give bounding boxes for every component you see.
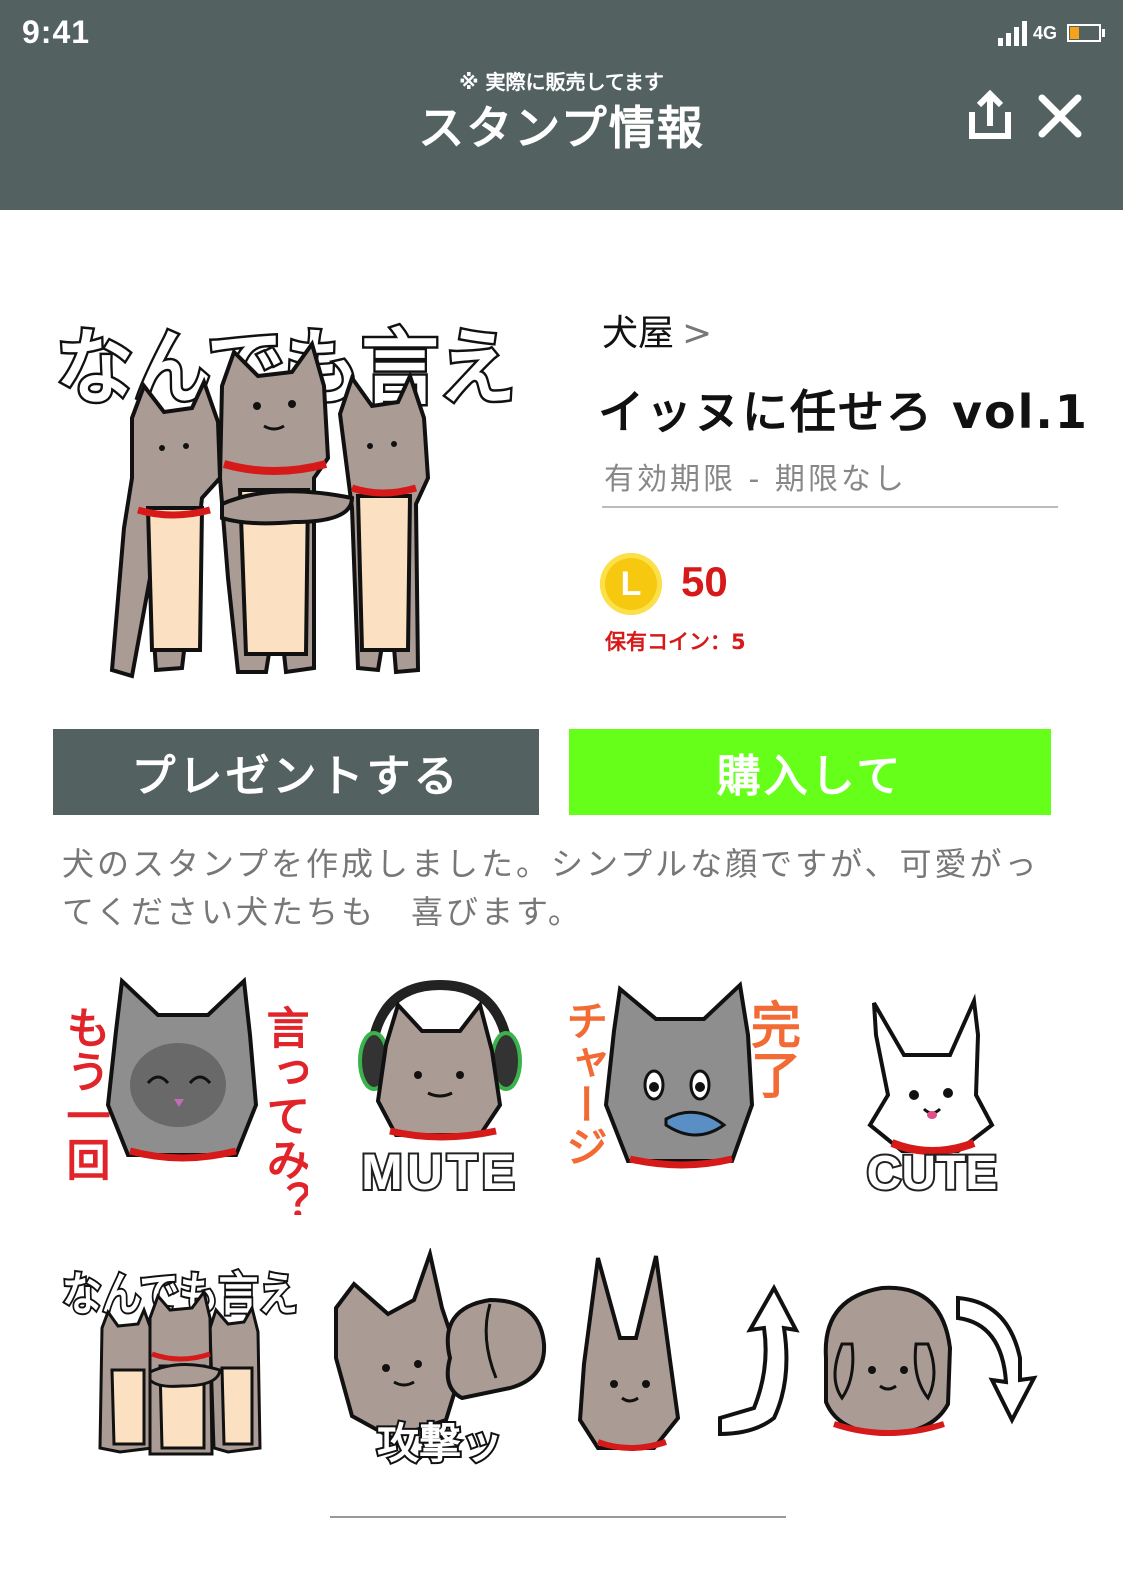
thumb-1-right-text: 言ってみ？ bbox=[259, 1005, 309, 1215]
close-icon[interactable] bbox=[1030, 86, 1090, 146]
sticker-thumb-2[interactable]: MUTE bbox=[330, 975, 580, 1215]
sticker-thumb-8[interactable] bbox=[812, 1248, 1062, 1488]
sales-notice: ※ 実際に販売してます bbox=[459, 70, 664, 94]
sticker-thumb-5[interactable]: なんでも言え bbox=[58, 1248, 308, 1488]
thumb-6-caption: 攻撃ッ bbox=[377, 1419, 503, 1468]
expiry-text: 有効期限 - 期限なし bbox=[604, 462, 907, 497]
price: 50 bbox=[681, 558, 728, 605]
thumb-3-left-text: チャージ bbox=[560, 999, 609, 1167]
status-time: 9:41 bbox=[22, 14, 91, 50]
sticker-thumb-3[interactable]: チャージ 完了 bbox=[556, 975, 806, 1215]
buy-button[interactable]: 購入して bbox=[569, 729, 1051, 815]
scroll-end-divider bbox=[330, 1516, 786, 1518]
sticker-thumb-4[interactable]: CUTE bbox=[848, 975, 1098, 1215]
description: 犬のスタンプを作成しました。シンプルな顔ですが、可愛がってください犬たちも 喜び… bbox=[62, 845, 1040, 931]
signal-icon bbox=[997, 20, 1027, 46]
gift-button[interactable]: プレゼントする bbox=[53, 729, 539, 815]
thumb-1-left-text: もう一回 bbox=[59, 1005, 110, 1181]
battery-icon bbox=[1067, 24, 1105, 42]
chevron-right-icon: > bbox=[682, 313, 713, 354]
main-sticker-image: なんでも言え bbox=[54, 319, 519, 679]
network-type: 4G bbox=[1032, 22, 1057, 43]
author-name: 犬屋 bbox=[602, 313, 675, 354]
sticker-thumb-7[interactable] bbox=[574, 1248, 824, 1488]
sticker-thumb-1[interactable]: もう一回 言ってみ？ bbox=[58, 975, 308, 1215]
author-link[interactable]: 犬屋 > bbox=[602, 304, 712, 356]
thumb-2-caption: MUTE bbox=[361, 1144, 519, 1200]
thumb-3-right-text: 完了 bbox=[743, 999, 801, 1099]
owned-coins: 保有コイン：5 bbox=[605, 630, 746, 654]
thumb-4-caption: CUTE bbox=[867, 1147, 998, 1200]
page-title: スタンプ情報 bbox=[418, 101, 705, 155]
coin-icon: L bbox=[600, 553, 662, 615]
sticker-name: イッヌに任せろ vol.1 bbox=[598, 385, 1089, 439]
header-bar: 9:41 4G ※ 実際に販売してます スタンプ情報 bbox=[0, 0, 1123, 210]
share-icon[interactable] bbox=[960, 86, 1020, 146]
status-indicators: 4G bbox=[997, 20, 1105, 46]
divider bbox=[602, 506, 1058, 508]
sticker-thumb-6[interactable]: 攻撃ッ bbox=[330, 1248, 580, 1488]
